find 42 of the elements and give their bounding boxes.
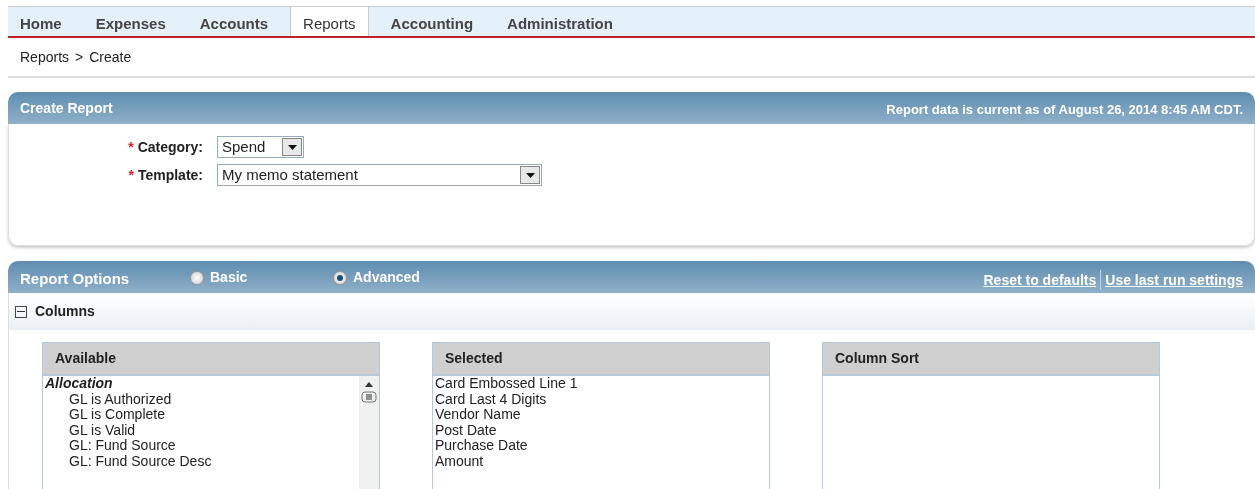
select-field[interactable]: Spend xyxy=(217,136,304,158)
list-item[interactable]: GL is Valid xyxy=(43,422,359,438)
required-mark: * xyxy=(128,138,134,155)
radio-button[interactable] xyxy=(333,270,347,285)
list-heading: Available xyxy=(43,343,379,376)
radio-button[interactable] xyxy=(190,270,204,285)
list-heading: Column Sort xyxy=(823,343,1159,376)
nav-tab[interactable]: Expenses xyxy=(83,7,178,36)
select-field[interactable]: My memo statement xyxy=(217,164,542,186)
breadcrumb-link[interactable]: Reports xyxy=(20,47,70,68)
list-item[interactable]: GL is Authorized xyxy=(43,391,359,407)
scroll-up-icon[interactable] xyxy=(365,382,373,387)
field-label: Template: xyxy=(137,166,203,183)
breadcrumb-current: Create xyxy=(89,48,132,67)
list-item[interactable]: GL is Complete xyxy=(43,407,359,423)
collapse-toggle-icon[interactable] xyxy=(15,305,27,318)
list-item[interactable]: Post Date xyxy=(433,422,769,438)
field-label: Category: xyxy=(137,138,203,155)
list-group-heading[interactable]: Allocation xyxy=(43,376,359,392)
nav-tab[interactable]: Accounting xyxy=(378,7,486,36)
list-heading: Selected xyxy=(433,343,769,376)
nav-tab[interactable]: Home xyxy=(8,7,74,36)
data-note: Report data is current as of August 26, 2014 8:45 AM CDT. xyxy=(886,101,1243,120)
scroll-thumb-icon[interactable] xyxy=(361,391,377,403)
nav-tab[interactable]: Reports xyxy=(290,7,369,36)
list-item[interactable]: GL: Fund Source xyxy=(43,438,359,454)
dropdown-arrow-icon xyxy=(287,144,297,150)
section-title: Columns xyxy=(35,302,95,321)
list-item[interactable]: Card Last 4 Digits xyxy=(433,391,769,407)
dropdown-arrow-icon xyxy=(525,172,535,178)
list-item[interactable]: Vendor Name xyxy=(433,407,769,423)
scrollbar[interactable] xyxy=(359,376,379,489)
list-item[interactable]: Amount xyxy=(433,453,769,469)
nav-tab[interactable]: Administration xyxy=(495,7,625,36)
list-item[interactable]: Card Embossed Line 1 xyxy=(433,376,769,392)
list-item[interactable]: Purchase Date xyxy=(433,438,769,454)
nav-tab[interactable]: Accounts xyxy=(187,7,281,36)
required-mark: * xyxy=(128,166,134,183)
breadcrumb-separator: > xyxy=(75,48,84,67)
panel-title: Report Options xyxy=(20,268,131,289)
panel-title: Create Report xyxy=(20,98,113,118)
list-item[interactable]: GL: Fund Source Desc xyxy=(43,453,359,469)
